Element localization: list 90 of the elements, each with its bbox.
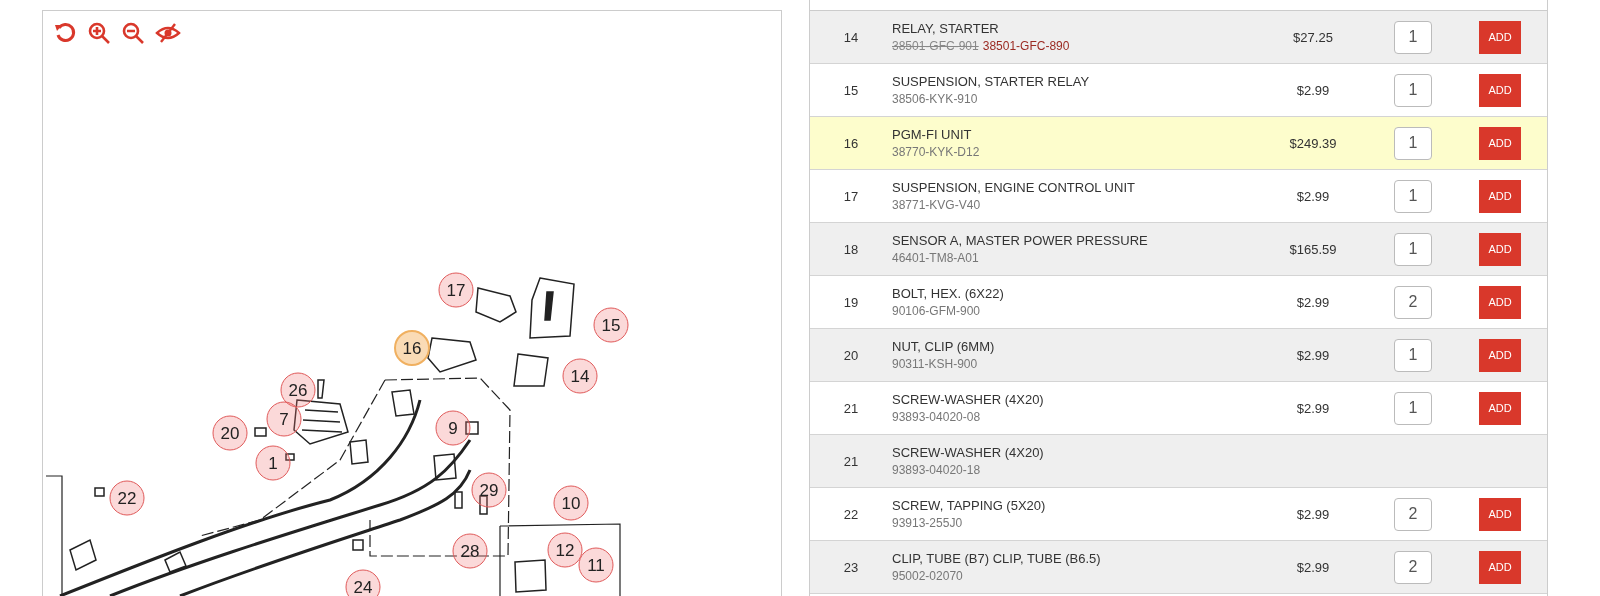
- quantity-field[interactable]: 2: [1394, 497, 1432, 531]
- part-name: SUSPENSION, STARTER RELAY: [892, 74, 1091, 89]
- reference-number: 16: [842, 135, 860, 151]
- part-name: BOLT, HEX. (6X22): [892, 286, 1005, 301]
- zoom-in-icon[interactable]: [87, 21, 111, 45]
- part-name: PGM-FI UNIT: [892, 127, 973, 142]
- price: $2.99: [1295, 294, 1331, 310]
- add-button[interactable]: ADD: [1479, 20, 1521, 54]
- callout[interactable]: 16: [394, 330, 430, 366]
- part-name: RELAY, STARTER: [892, 21, 1000, 36]
- callout[interactable]: 20: [212, 415, 248, 451]
- callout[interactable]: 28: [452, 533, 488, 569]
- part-number: 93893-04020-18: [892, 463, 981, 477]
- quantity-field[interactable]: 1: [1394, 391, 1432, 425]
- quantity-field[interactable]: 1: [1394, 126, 1432, 160]
- part-number: 90311-KSH-900: [892, 357, 978, 371]
- price: $2.99: [1295, 506, 1331, 522]
- price: $27.25: [1292, 29, 1334, 45]
- quantity-field[interactable]: 1: [1394, 179, 1432, 213]
- part-name: SUSPENSION, ENGINE CONTROL UNIT: [892, 180, 1136, 195]
- callout[interactable]: 12: [547, 532, 583, 568]
- price: $2.99: [1295, 188, 1331, 204]
- quantity-field[interactable]: 1: [1394, 338, 1432, 372]
- reference-number: 17: [842, 188, 860, 204]
- reference-number: 18: [842, 241, 860, 257]
- add-button[interactable]: ADD: [1479, 285, 1521, 319]
- part-name: SCREW-WASHER (4X20): [892, 392, 1045, 407]
- part-row[interactable]: 16 PGM-FI UNIT 38770-KYK-D12 $249.39 1 ADD: [810, 117, 1547, 170]
- callout[interactable]: 15: [593, 307, 629, 343]
- zoom-out-icon[interactable]: [121, 21, 145, 45]
- add-button[interactable]: ADD: [1479, 73, 1521, 107]
- add-button[interactable]: ADD: [1479, 391, 1521, 425]
- part-name: SCREW, TAPPING (5X20): [892, 498, 1047, 513]
- callout[interactable]: 7: [266, 401, 302, 437]
- price: $165.59: [1288, 241, 1338, 257]
- quantity-field[interactable]: 2: [1394, 285, 1432, 319]
- add-button[interactable]: ADD: [1479, 497, 1521, 531]
- callout[interactable]: 24: [345, 569, 381, 596]
- reference-number: 19: [842, 294, 860, 310]
- part-number: 38770-KYK-D12: [892, 145, 980, 159]
- reference-number: 21: [842, 400, 860, 416]
- price: $2.99: [1295, 559, 1331, 575]
- callout[interactable]: 26: [280, 372, 316, 408]
- reference-number: 14: [842, 29, 860, 45]
- part-number: 38501-GFC-890: [982, 39, 1070, 53]
- part-number: 38506-KYK-910: [892, 92, 978, 106]
- part-row[interactable]: 20 NUT, CLIP (6MM) 90311-KSH-900 $2.99 1 ADD: [810, 329, 1547, 382]
- part-number: 38771-KVG-V40: [892, 198, 981, 212]
- superseded-part-number: 38501-GFC-901: [892, 39, 979, 53]
- callout[interactable]: 14: [562, 358, 598, 394]
- part-row[interactable]: 21 SCREW-WASHER (4X20) 93893-04020-18: [810, 435, 1547, 488]
- part-number: 95002-02070: [892, 569, 963, 583]
- part-name: SCREW-WASHER (4X20): [892, 445, 1045, 460]
- callout[interactable]: 10: [553, 485, 589, 521]
- callout[interactable]: 29: [471, 472, 507, 508]
- add-button[interactable]: ADD: [1479, 232, 1521, 266]
- reference-number: 22: [842, 506, 860, 522]
- callout[interactable]: 1: [255, 445, 291, 481]
- quantity-field[interactable]: 1: [1394, 232, 1432, 266]
- part-row[interactable]: 23 CLIP, TUBE (B7) CLIP, TUBE (B6.5) 95002-02070 $2.99 2 ADD: [810, 541, 1547, 594]
- add-button[interactable]: ADD: [1479, 179, 1521, 213]
- hide-icon[interactable]: [155, 21, 181, 45]
- part-row[interactable]: 14 RELAY, STARTER 38501-GFC-901 38501-GFC-890 $27.25 1 ADD: [810, 11, 1547, 64]
- part-row[interactable]: 18 SENSOR A, MASTER POWER PRESSURE 46401-TM8-A01 $165.59 1 ADD: [810, 223, 1547, 276]
- reference-number: 21: [842, 453, 860, 469]
- reset-icon[interactable]: [53, 21, 77, 45]
- price: $2.99: [1295, 82, 1331, 98]
- part-number: 93893-04020-08: [892, 410, 981, 424]
- add-button[interactable]: ADD: [1479, 550, 1521, 584]
- part-number: 46401-TM8-A01: [892, 251, 979, 265]
- part-number: 90106-GFM-900: [892, 304, 981, 318]
- part-name: NUT, CLIP (6MM): [892, 339, 996, 354]
- callout[interactable]: 9: [435, 410, 471, 446]
- price: $249.39: [1288, 135, 1338, 151]
- price: $2.99: [1295, 400, 1331, 416]
- callout[interactable]: 17: [438, 272, 474, 308]
- quantity-field[interactable]: 1: [1394, 20, 1432, 54]
- callout[interactable]: 22: [109, 480, 145, 516]
- reference-number: 20: [842, 347, 860, 363]
- price: $2.99: [1295, 347, 1331, 363]
- quantity-field[interactable]: 1: [1394, 73, 1432, 107]
- part-name: CLIP, TUBE (B7) CLIP, TUBE (B6.5): [892, 551, 1102, 566]
- part-number: 93913-255J0: [892, 516, 963, 530]
- callout[interactable]: 11: [578, 547, 614, 583]
- add-button[interactable]: ADD: [1479, 338, 1521, 372]
- part-name: SENSOR A, MASTER POWER PRESSURE: [892, 233, 1149, 248]
- reference-number: 15: [842, 82, 860, 98]
- add-button[interactable]: ADD: [1479, 126, 1521, 160]
- reference-number: 23: [842, 559, 860, 575]
- quantity-field[interactable]: 2: [1394, 550, 1432, 584]
